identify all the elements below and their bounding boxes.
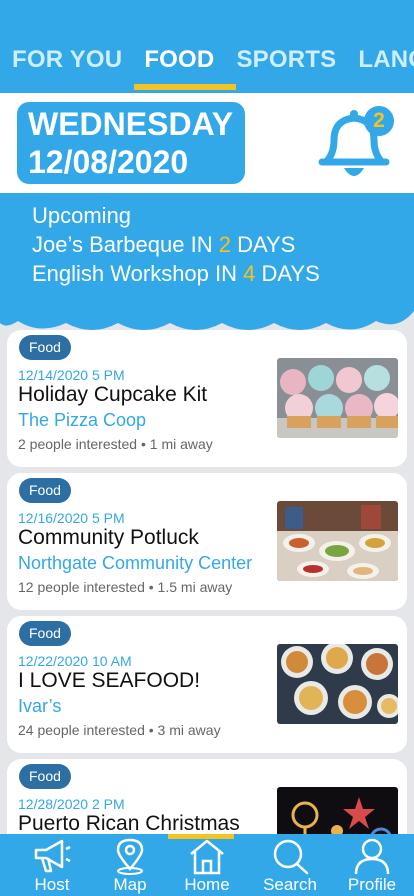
event-datetime: 12/28/2020 2 PM <box>18 796 125 812</box>
active-nav-indicator <box>168 834 234 839</box>
category-badge: Food <box>19 621 71 646</box>
event-location-link[interactable]: Ivar’s <box>18 696 61 717</box>
nav-host[interactable]: Host <box>18 834 86 896</box>
category-tab-bar: FOR YOU FOODSPORTS LANGU <box>0 0 414 93</box>
date-label: 12/08/2020 <box>28 144 189 180</box>
event-datetime: 12/16/2020 5 PM <box>18 510 125 526</box>
tab-for-you[interactable]: FOR YOU <box>12 46 122 82</box>
nav-map[interactable]: Map <box>96 834 164 896</box>
notification-count-badge: 2 <box>364 106 394 136</box>
event-location-link[interactable]: The Pizza Coop <box>18 410 146 431</box>
seafood-photo <box>277 644 398 724</box>
nav-home-label: Home <box>184 875 230 894</box>
nav-search-label: Search <box>263 875 317 894</box>
bottom-navigation: Host Map Home Search Profile <box>0 834 414 896</box>
profile-icon <box>354 838 390 875</box>
event-title: I LOVE SEAFOOD! <box>18 669 201 692</box>
nav-profile-label: Profile <box>347 875 397 894</box>
event-title: Holiday Cupcake Kit <box>18 383 208 406</box>
map-pin-icon <box>116 838 144 875</box>
event-meta: 12 people interested • 1.5 mi away <box>18 579 233 595</box>
upcoming-heading: Upcoming <box>32 203 132 228</box>
event-location-link[interactable]: Northgate Community Center <box>18 553 252 574</box>
tab-food[interactable]: FOOD <box>134 46 237 90</box>
event-meta: 2 people interested • 1 mi away <box>18 436 213 452</box>
home-icon <box>190 839 224 875</box>
weekday-label: WEDNESDAY <box>28 106 234 142</box>
event-datetime: 12/14/2020 5 PM <box>18 367 125 383</box>
cupcakes-photo <box>277 358 398 438</box>
event-datetime: 12/22/2020 10 AM <box>18 653 132 669</box>
upcoming-banner: Upcoming Joe’s Barbeque IN 2 DAYS Englis… <box>0 193 414 343</box>
nav-profile[interactable]: Profile <box>338 834 406 896</box>
upcoming-item[interactable]: English Workshop IN 4 DAYS <box>32 259 320 288</box>
current-date-card: WEDNESDAY 12/08/2020 <box>17 102 245 184</box>
upcoming-item[interactable]: Joe’s Barbeque IN 2 DAYS <box>32 230 320 259</box>
tab-languages[interactable]: LANGU <box>358 46 414 82</box>
nav-map-label: Map <box>113 875 147 894</box>
potluck-photo <box>277 501 398 581</box>
event-title: Puerto Rican Christmas <box>18 812 240 835</box>
nav-host-label: Host <box>34 875 70 894</box>
category-badge: Food <box>19 335 71 360</box>
megaphone-icon <box>34 839 71 873</box>
nav-search[interactable]: Search <box>254 834 326 896</box>
event-card[interactable]: Food 12/16/2020 5 PM Community Potluck N… <box>7 473 407 610</box>
event-title: Community Potluck <box>18 526 199 549</box>
category-badge: Food <box>19 478 71 503</box>
category-badge: Food <box>19 764 71 789</box>
event-card[interactable]: Food 12/14/2020 5 PM Holiday Cupcake Kit… <box>7 330 407 467</box>
tab-sports[interactable]: SPORTS <box>236 46 336 82</box>
nav-home[interactable]: Home <box>172 834 242 896</box>
date-header: WEDNESDAY 12/08/2020 2 <box>0 93 414 193</box>
notifications-button[interactable]: 2 <box>318 106 394 186</box>
event-card[interactable]: Food 12/22/2020 10 AM I LOVE SEAFOOD! Iv… <box>7 616 407 753</box>
event-meta: 24 people interested • 3 mi away <box>18 722 221 738</box>
search-icon <box>273 839 309 875</box>
